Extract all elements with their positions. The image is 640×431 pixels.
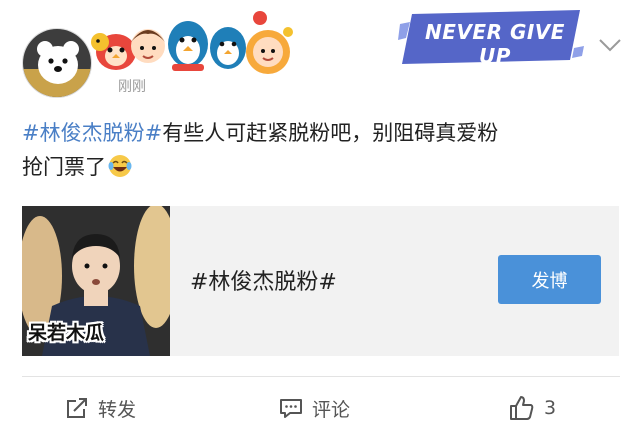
like-button[interactable]: 3 bbox=[508, 392, 556, 424]
post-timestamp: 刚刚 bbox=[118, 79, 146, 95]
like-count: 3 bbox=[544, 397, 557, 419]
repost-label: 转发 bbox=[98, 398, 137, 421]
topic-title: #林俊杰脱粉# bbox=[190, 270, 337, 295]
badge-text: NEVER GIVE UP bbox=[425, 20, 565, 68]
avatar[interactable] bbox=[22, 28, 92, 98]
avatar-pendant-decoration bbox=[88, 6, 298, 84]
post-content: #林俊杰脱粉#有些人可赶紧脱粉吧，别阻碍真爱粉 抢门票了 bbox=[22, 116, 622, 188]
laughing-tears-emoji-icon bbox=[108, 154, 132, 188]
post-text-line1: 有些人可赶紧脱粉吧，别阻碍真爱粉 bbox=[162, 121, 499, 145]
action-bar: 转发 评论 3 bbox=[0, 384, 640, 431]
thumbs-up-icon bbox=[510, 396, 534, 420]
thumbnail-caption: 呆若木瓜 bbox=[28, 322, 105, 344]
chevron-down-icon[interactable] bbox=[596, 34, 624, 56]
hashtag-link[interactable]: #林俊杰脱粉# bbox=[22, 121, 162, 145]
comment-button[interactable]: 评论 bbox=[278, 392, 350, 424]
never-give-up-badge: NEVER GIVE UP bbox=[398, 8, 586, 68]
divider bbox=[22, 376, 620, 377]
repost-button[interactable]: 转发 bbox=[64, 392, 136, 424]
topic-thumbnail: 呆若木瓜 bbox=[22, 206, 170, 356]
repost-icon bbox=[67, 398, 87, 418]
topic-card[interactable]: 呆若木瓜 #林俊杰脱粉# 发博 bbox=[22, 206, 619, 356]
post-text-line2: 抢门票了 bbox=[22, 155, 106, 179]
post-header: 刚刚 NEVER GIVE UP bbox=[0, 0, 640, 100]
post-button[interactable]: 发博 bbox=[498, 255, 601, 304]
bear-avatar-icon bbox=[23, 29, 91, 97]
comment-icon bbox=[280, 399, 302, 418]
comment-label: 评论 bbox=[312, 398, 351, 421]
